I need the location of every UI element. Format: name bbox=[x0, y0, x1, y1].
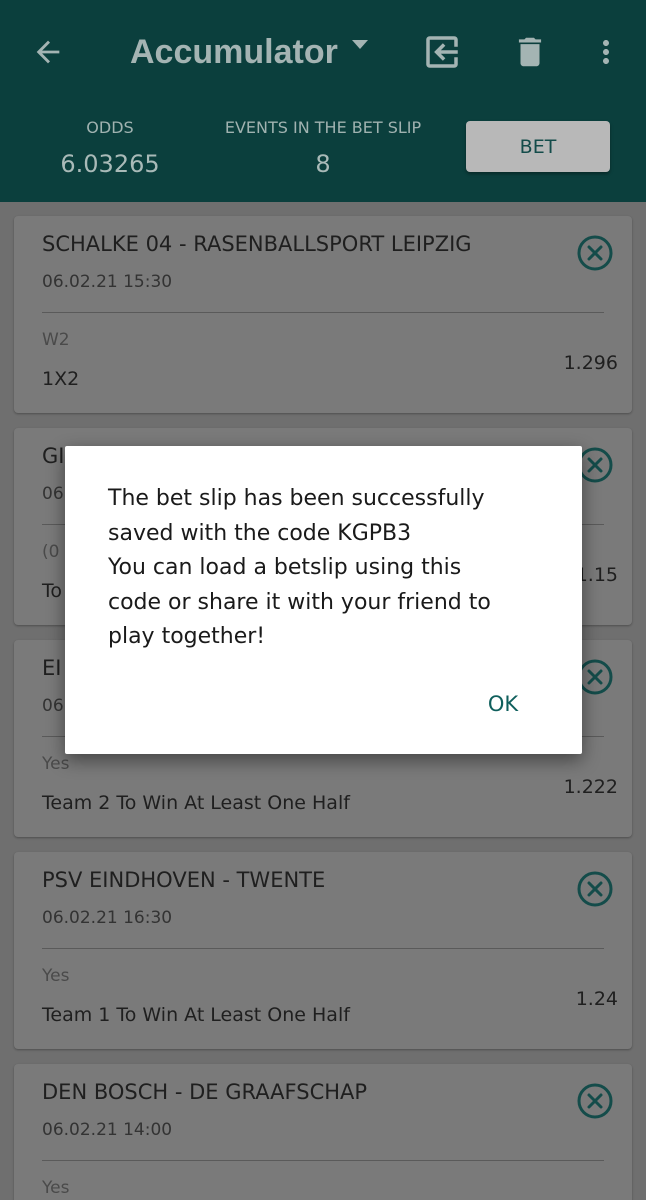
dialog-line: The bet slip has been successfully bbox=[108, 486, 485, 511]
dialog-line: You can load a betslip using this bbox=[108, 555, 462, 580]
dialog-line: saved with the code KGPB3 bbox=[108, 520, 412, 546]
dialog-message: The bet slip has been successfully saved… bbox=[108, 482, 548, 655]
save-confirmation-dialog: The bet slip has been successfully saved… bbox=[65, 446, 582, 754]
dialog-line: play together! bbox=[108, 624, 266, 649]
dialog-line: code or share it with your friend to bbox=[108, 589, 491, 615]
ok-button[interactable]: OK bbox=[471, 680, 535, 728]
